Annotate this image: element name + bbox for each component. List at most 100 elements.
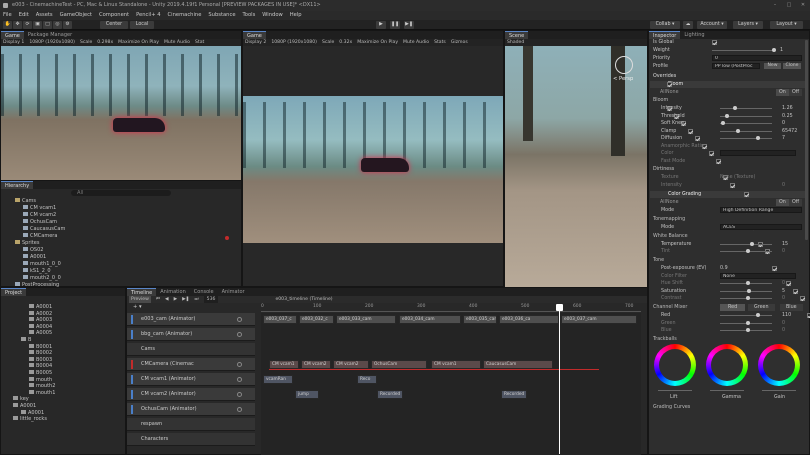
tab-hierarchy[interactable]: Hierarchy: [1, 181, 34, 189]
maximize-icon[interactable]: □: [782, 0, 796, 11]
timeline-track[interactable]: bbg_cam (Animator): [127, 328, 255, 341]
color-grading-header[interactable]: Color Grading: [668, 191, 701, 198]
hierarchy-item[interactable]: Cams: [1, 198, 236, 205]
bloom-row-checkbox[interactable]: [695, 136, 700, 141]
profile-field[interactable]: PP low (PostProc: [712, 63, 760, 69]
contrast-slider-knob[interactable]: [746, 296, 750, 300]
gamma-trackball[interactable]: [706, 344, 748, 386]
lift-trackball[interactable]: [654, 344, 696, 386]
clone-profile-button[interactable]: Clone: [783, 63, 801, 69]
timeline-clip[interactable]: CM vcam2: [301, 360, 331, 369]
project-item[interactable]: A0004: [1, 323, 125, 331]
project-item[interactable]: A0001: [1, 304, 125, 311]
menu-item-2[interactable]: Assets: [36, 11, 53, 20]
scale-tool-icon[interactable]: ▣: [33, 21, 42, 29]
dirt-intensity-value[interactable]: 0: [782, 182, 785, 189]
weight-slider-knob[interactable]: [772, 48, 776, 52]
pause-button[interactable]: ❚❚: [390, 21, 400, 29]
timeline-clip[interactable]: vcamRan: [263, 375, 293, 384]
rotate-tool-icon[interactable]: ⟳: [23, 21, 32, 29]
project-item[interactable]: B0001: [1, 343, 125, 351]
game-center-render[interactable]: [243, 96, 503, 243]
priority-field[interactable]: 0: [712, 55, 802, 61]
hierarchy-item[interactable]: A0001: [1, 254, 236, 261]
hierarchy-item[interactable]: CMCamera: [1, 233, 236, 240]
new-profile-button[interactable]: New: [764, 63, 781, 69]
pivot-center-button[interactable]: Center: [100, 21, 128, 29]
bloom-row-checkbox[interactable]: [688, 128, 693, 134]
bloom-row-value[interactable]: 0.25: [782, 113, 793, 120]
lock-icon[interactable]: [237, 317, 242, 322]
tm-mode-dropdown[interactable]: ACES: [720, 223, 802, 230]
menu-item-0[interactable]: File: [3, 11, 12, 20]
timeline-track[interactable]: e003_cam (Animator): [127, 313, 255, 326]
display-2-dropdown[interactable]: Display 2: [245, 39, 266, 46]
cloud-icon[interactable]: ☁: [683, 21, 693, 29]
cg-mode-dropdown[interactable]: High Definition Range: [720, 206, 802, 213]
hierarchy-item[interactable]: CM vcam2: [1, 212, 236, 219]
tab-timeline[interactable]: Timeline: [127, 288, 157, 296]
timeline-track[interactable]: CM vcam2 (Animator): [127, 388, 255, 401]
tab-game-2[interactable]: Game: [243, 31, 266, 39]
stats-2-toggle[interactable]: Stats: [434, 39, 446, 46]
timeline-clip[interactable]: e003_034_cam: [399, 315, 461, 324]
scene-gizmo-icon[interactable]: [615, 56, 633, 74]
add-track-button[interactable]: + ▾: [133, 304, 143, 310]
hand-tool-icon[interactable]: ✋: [3, 21, 12, 29]
hierarchy-item[interactable]: OchusCam: [1, 219, 236, 226]
mixer-blue-value[interactable]: 0: [782, 327, 785, 334]
maximize-2-toggle[interactable]: Maximize On Play: [357, 39, 398, 46]
project-item[interactable]: B0004: [1, 363, 125, 370]
project-item[interactable]: A0001: [1, 402, 125, 410]
play-button[interactable]: ▶: [376, 21, 386, 29]
timeline-clip[interactable]: Recorded: [377, 390, 403, 399]
bloom-enabled-checkbox[interactable]: [667, 82, 672, 87]
layout-button[interactable]: Layout ▾: [770, 21, 803, 29]
temperature-slider[interactable]: [720, 243, 772, 245]
bloom-color-field[interactable]: [720, 150, 796, 156]
stats-toggle[interactable]: Stat: [195, 39, 204, 46]
hierarchy-search-input[interactable]: All: [71, 190, 171, 196]
timeline-track[interactable]: Cams: [127, 343, 255, 356]
bloom-row-slider-knob[interactable]: [725, 113, 730, 118]
hierarchy-item[interactable]: OS02: [1, 247, 236, 254]
channel-blue-tab[interactable]: Blue: [780, 304, 803, 311]
shading-dropdown[interactable]: Shaded: [507, 39, 524, 46]
timeline-clip[interactable]: Reco: [357, 375, 377, 384]
menu-item-4[interactable]: Component: [99, 11, 129, 20]
game-left-render[interactable]: [1, 46, 241, 180]
timeline-clip[interactable]: e003_035_cam: [463, 315, 497, 324]
mute-audio-toggle[interactable]: Mute Audio: [164, 39, 190, 46]
tab-console[interactable]: Console: [189, 288, 218, 296]
bloom-row-value[interactable]: 0: [782, 120, 785, 127]
dirt-intensity-checkbox[interactable]: [730, 182, 735, 188]
lock-icon[interactable]: [237, 407, 242, 412]
timeline-play-icon[interactable]: ▶: [174, 296, 178, 303]
mixer-green-slider-knob[interactable]: [746, 320, 750, 325]
timeline-track[interactable]: respawn: [127, 418, 255, 431]
project-item[interactable]: A0002: [1, 310, 125, 318]
lock-icon[interactable]: [237, 377, 242, 382]
mixer-green-value[interactable]: 0: [782, 320, 785, 327]
timeline-clip[interactable]: CaucasusCam: [483, 360, 553, 369]
tab-game[interactable]: Game: [1, 31, 24, 39]
bloom-row-slider[interactable]: [720, 130, 772, 132]
saturation-value[interactable]: 5: [782, 288, 785, 295]
timeline-clip[interactable]: e003_032_c: [299, 315, 334, 324]
tab-package-manager[interactable]: Package Manager: [23, 31, 77, 39]
timeline-clip[interactable]: CM vcam1: [269, 360, 299, 369]
bloom-row-value[interactable]: 7: [782, 135, 785, 142]
prev-frame-icon[interactable]: ◀: [165, 296, 169, 303]
mixer-blue-slider-knob[interactable]: [746, 328, 750, 332]
lift-trackball-slider[interactable]: [658, 390, 692, 391]
saturation-checkbox[interactable]: [793, 288, 798, 294]
project-item[interactable]: mouth2: [1, 383, 125, 390]
bloom-row-slider[interactable]: [720, 108, 772, 109]
scene-render[interactable]: < Persp: [505, 46, 647, 287]
menu-item-6[interactable]: Cinemachine: [168, 11, 202, 20]
scale-value[interactable]: 0.298x: [97, 39, 113, 46]
gamma-trackball-slider[interactable]: [710, 390, 744, 391]
timeline-track[interactable]: OchusCam (Animator): [127, 403, 255, 416]
timeline-clip[interactable]: CM vcam1: [431, 360, 481, 369]
texture-value[interactable]: None (Texture): [720, 174, 755, 181]
